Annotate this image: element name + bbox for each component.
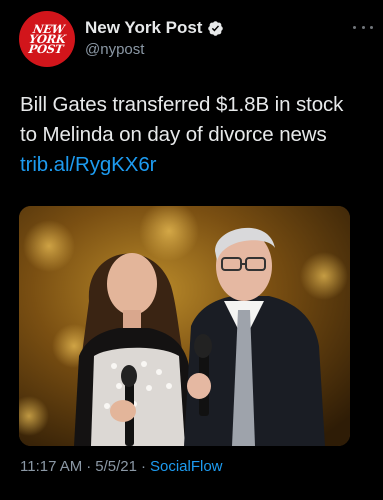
more-horizontal-icon[interactable] (353, 22, 373, 32)
tweet-source[interactable]: SocialFlow (150, 458, 223, 475)
tweet-date[interactable]: 5/5/21 (95, 458, 137, 475)
avatar[interactable]: NEW YORK POST (19, 11, 75, 67)
tweet-photo[interactable] (19, 206, 350, 446)
display-name[interactable]: New York Post (85, 18, 202, 38)
dot (370, 25, 373, 29)
dot (361, 25, 365, 29)
tweet-meta: 11:17 AM · 5/5/21 · SocialFlow (20, 458, 223, 475)
nypost-logo: NEW YORK POST (27, 22, 68, 56)
photo-image (19, 206, 350, 446)
verified-badge-icon (207, 20, 224, 37)
dot (353, 25, 356, 29)
tweet[interactable]: NEW YORK POST New York Post @nypost Bill… (0, 0, 383, 500)
tweet-text-line: to Melinda on day of divorce news (20, 123, 327, 146)
author-name-row[interactable]: New York Post (85, 17, 224, 39)
logo-line: POST (27, 42, 64, 56)
tweet-text-line: Bill Gates transferred $1.8B in stock (20, 93, 344, 116)
meta-separator: · (140, 458, 146, 475)
tweet-link[interactable]: trib.al/RygKX6r (20, 150, 370, 180)
tweet-text: Bill Gates transferred $1.8B in stock to… (20, 90, 370, 180)
author-handle[interactable]: @nypost (85, 41, 144, 58)
tweet-time[interactable]: 11:17 AM (20, 458, 82, 475)
meta-separator: · (86, 458, 92, 475)
